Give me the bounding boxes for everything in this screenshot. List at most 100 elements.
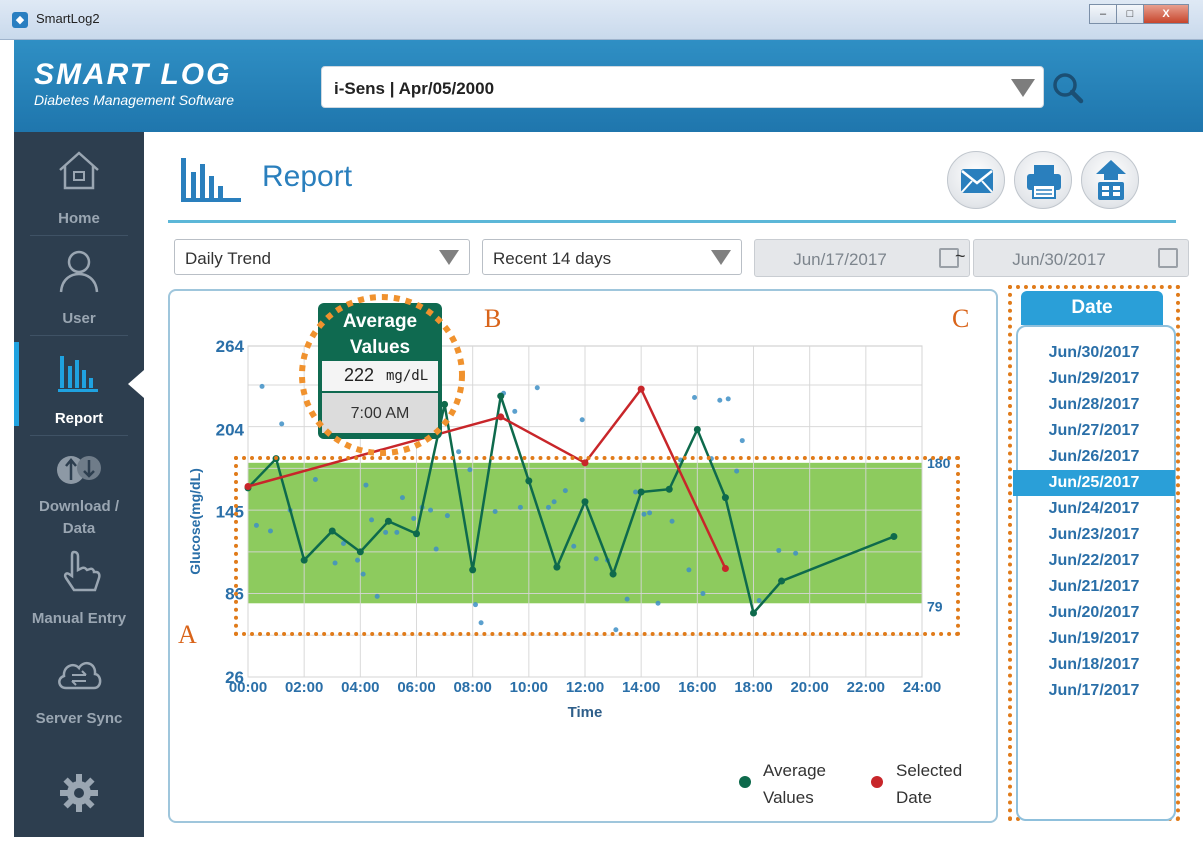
date-list-item[interactable]: Jun/20/2017 — [1013, 600, 1175, 626]
date-list-item[interactable]: Jun/28/2017 — [1013, 392, 1175, 418]
bar-chart-icon — [58, 356, 98, 392]
date-range-separator: ~ — [955, 246, 966, 266]
search-icon[interactable] — [1050, 70, 1086, 106]
average-values-point — [693, 425, 701, 433]
scatter-point — [692, 394, 698, 400]
scatter-point — [717, 397, 723, 403]
patient-select-value: i-Sens | Apr/05/2000 — [334, 79, 495, 98]
envelope-icon — [961, 169, 993, 193]
sidebar-item-home[interactable]: Home — [14, 136, 144, 236]
legend-selected-label: Date — [896, 788, 932, 807]
date-list-item[interactable]: Jun/27/2017 — [1013, 418, 1175, 444]
date-list-item[interactable]: Jun/24/2017 — [1013, 496, 1175, 522]
sidebar-item-download[interactable]: Download / Data — [14, 436, 144, 537]
date-list-item[interactable]: Jun/26/2017 — [1013, 444, 1175, 470]
x-tick-label: 08:00 — [453, 679, 491, 696]
report-icon — [181, 158, 241, 202]
app-tagline: Diabetes Management Software — [34, 92, 234, 108]
app-icon: ◆ — [12, 12, 28, 28]
date-list-item[interactable]: Jun/30/2017 — [1013, 340, 1175, 366]
range-select[interactable]: Recent 14 days — [482, 239, 742, 275]
chevron-down-icon — [711, 250, 731, 265]
sidebar-item-manual-entry[interactable]: Manual Entry — [14, 536, 144, 636]
x-tick-label: 16:00 — [678, 679, 716, 696]
home-icon — [59, 151, 99, 190]
patient-select[interactable]: i-Sens | Apr/05/2000 — [321, 66, 1044, 108]
x-tick-label: 20:00 — [790, 679, 828, 696]
date-to-field[interactable]: Jun/30/2017 — [973, 239, 1189, 277]
date-list-item[interactable]: Jun/22/2017 — [1013, 548, 1175, 574]
page-title: Report — [262, 160, 353, 193]
sidebar-item-label: User — [62, 310, 96, 327]
date-list-item[interactable]: Jun/19/2017 — [1013, 626, 1175, 652]
usb-icon — [57, 456, 101, 484]
date-from-value: Jun/17/2017 — [793, 250, 887, 269]
legend-average-label: Average — [763, 761, 826, 780]
chevron-down-icon — [1011, 79, 1035, 97]
y-tick-label: 264 — [216, 337, 245, 356]
scatter-point — [534, 385, 540, 391]
maximize-button[interactable]: □ — [1116, 4, 1144, 24]
email-button[interactable] — [947, 151, 1005, 209]
sidebar-item-label: Manual Entry — [31, 610, 127, 627]
legend-average-marker — [739, 776, 751, 788]
date-list-item[interactable]: Jun/23/2017 — [1013, 522, 1175, 548]
scatter-point — [512, 408, 518, 414]
scatter-point — [579, 417, 585, 423]
callout-circle-b — [299, 294, 465, 456]
x-tick-label: 12:00 — [566, 679, 604, 696]
selected-date-point — [637, 385, 645, 393]
report-type-value: Daily Trend — [185, 249, 271, 268]
date-from-field[interactable]: Jun/17/2017 — [754, 239, 970, 277]
app-logo: SMART LOG — [34, 58, 232, 91]
y-tick-label: 204 — [216, 420, 245, 439]
date-list-header: Date — [1021, 291, 1163, 325]
legend-average-label: Values — [763, 788, 814, 807]
scatter-point — [259, 383, 265, 389]
date-to-value: Jun/30/2017 — [1012, 250, 1106, 269]
x-tick-label: 14:00 — [622, 679, 660, 696]
average-values-point — [497, 392, 505, 400]
legend-selected-marker — [871, 776, 883, 788]
export-button[interactable] — [1081, 151, 1139, 209]
calendar-icon[interactable] — [1158, 248, 1178, 268]
sidebar-item-server-sync[interactable]: Server Sync — [14, 636, 144, 736]
gear-icon[interactable] — [58, 772, 100, 814]
scatter-point — [739, 438, 745, 444]
sidebar: Home User Report Download / Data Manual … — [14, 132, 144, 837]
callout-box-a — [234, 456, 960, 636]
window-controls: – □ X — [1089, 4, 1189, 24]
x-tick-label: 10:00 — [510, 679, 548, 696]
sidebar-item-report[interactable]: Report — [14, 336, 144, 436]
minimize-button[interactable]: – — [1089, 4, 1117, 24]
x-tick-label: 22:00 — [847, 679, 885, 696]
printer-icon — [1027, 165, 1061, 199]
date-list: Jun/30/2017 Jun/29/2017 Jun/28/2017 Jun/27/… — [1013, 340, 1175, 704]
date-list-item[interactable]: Jun/25/2017 — [1013, 470, 1175, 496]
x-axis-label: Time — [568, 704, 603, 721]
sidebar-item-label: Server Sync — [35, 710, 123, 727]
date-list-item[interactable]: Jun/17/2017 — [1013, 678, 1175, 704]
chevron-down-icon — [439, 250, 459, 265]
window-titlebar: ◆ SmartLog2 – □ X — [0, 0, 1203, 40]
x-tick-label: 06:00 — [397, 679, 435, 696]
sidebar-item-user[interactable]: User — [14, 236, 144, 336]
date-list-item[interactable]: Jun/21/2017 — [1013, 574, 1175, 600]
date-list-item[interactable]: Jun/29/2017 — [1013, 366, 1175, 392]
x-tick-label: 18:00 — [734, 679, 772, 696]
header-divider — [168, 220, 1176, 223]
legend-selected-label: Selected — [896, 761, 962, 780]
annotation-c: C — [952, 304, 970, 333]
range-value: Recent 14 days — [493, 249, 612, 268]
x-tick-label: 04:00 — [341, 679, 379, 696]
sidebar-item-label: Download / Data — [39, 498, 119, 537]
cloud-sync-icon — [58, 661, 102, 690]
report-type-select[interactable]: Daily Trend — [174, 239, 470, 275]
selected-date-point — [497, 413, 505, 421]
scatter-point — [279, 421, 285, 427]
close-button[interactable]: X — [1143, 4, 1189, 24]
hand-pointer-icon — [63, 550, 101, 592]
print-button[interactable] — [1014, 151, 1072, 209]
window-title: SmartLog2 — [36, 11, 100, 26]
date-list-item[interactable]: Jun/18/2017 — [1013, 652, 1175, 678]
